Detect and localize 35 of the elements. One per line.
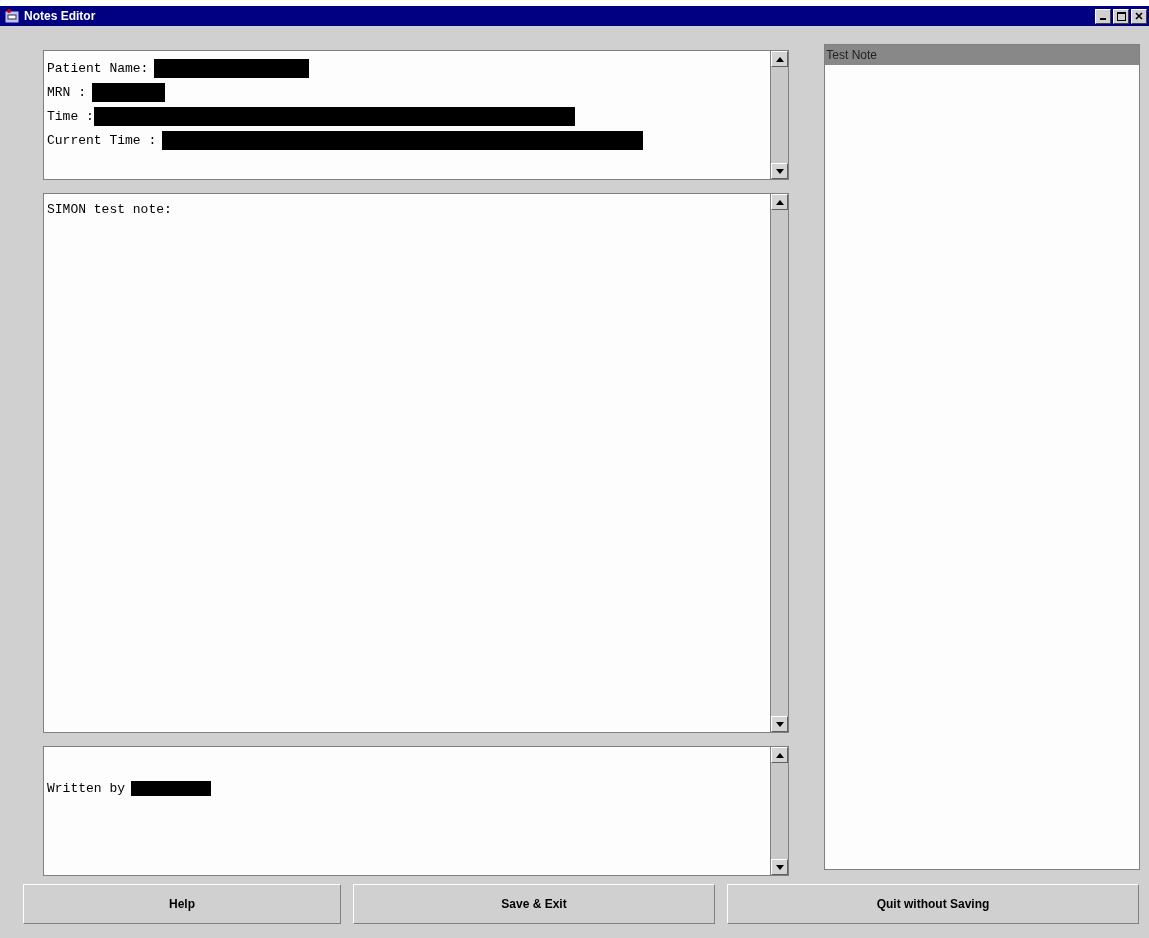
patient-info-panel[interactable]: Patient Name: MRN : Time : Current Time :	[43, 50, 790, 180]
signature-label: Written by	[47, 781, 125, 796]
up-arrow-icon	[775, 752, 784, 758]
down-arrow-icon	[775, 721, 784, 727]
info-label: Patient Name:	[47, 61, 149, 76]
window-title: Notes Editor	[24, 9, 97, 23]
scroll-down-button[interactable]	[771, 859, 789, 875]
note-text-area[interactable]: SIMON test note:	[43, 193, 790, 733]
minimize-button[interactable]	[1095, 8, 1111, 24]
list-item[interactable]: Test Note	[825, 45, 1139, 65]
up-arrow-icon	[775, 56, 784, 62]
scroll-down-button[interactable]	[771, 163, 789, 179]
scrollbar[interactable]	[770, 51, 789, 179]
info-label: MRN :	[47, 85, 86, 100]
down-arrow-icon	[775, 864, 784, 870]
help-button[interactable]: Help	[23, 884, 341, 924]
scrollbar[interactable]	[770, 194, 789, 732]
up-arrow-icon	[775, 199, 784, 205]
close-icon	[1135, 12, 1143, 20]
scrollbar[interactable]	[770, 747, 789, 875]
save-button[interactable]: Save & Exit	[353, 884, 715, 924]
info-label: Current Time :	[47, 133, 157, 148]
quit-button[interactable]: Quit without Saving	[727, 884, 1139, 924]
scroll-up-button[interactable]	[771, 194, 789, 210]
scroll-down-button[interactable]	[771, 716, 789, 732]
down-arrow-icon	[775, 168, 784, 174]
scroll-up-button[interactable]	[771, 747, 789, 763]
notes-list[interactable]: Test Note	[824, 44, 1140, 870]
maximize-icon	[1116, 11, 1126, 21]
info-label: Time :	[47, 109, 94, 124]
note-text: SIMON test note:	[47, 202, 173, 217]
scroll-up-button[interactable]	[771, 51, 789, 67]
signature-panel[interactable]: Written by	[43, 746, 790, 876]
close-button[interactable]	[1131, 8, 1147, 24]
maximize-button[interactable]	[1113, 8, 1129, 24]
